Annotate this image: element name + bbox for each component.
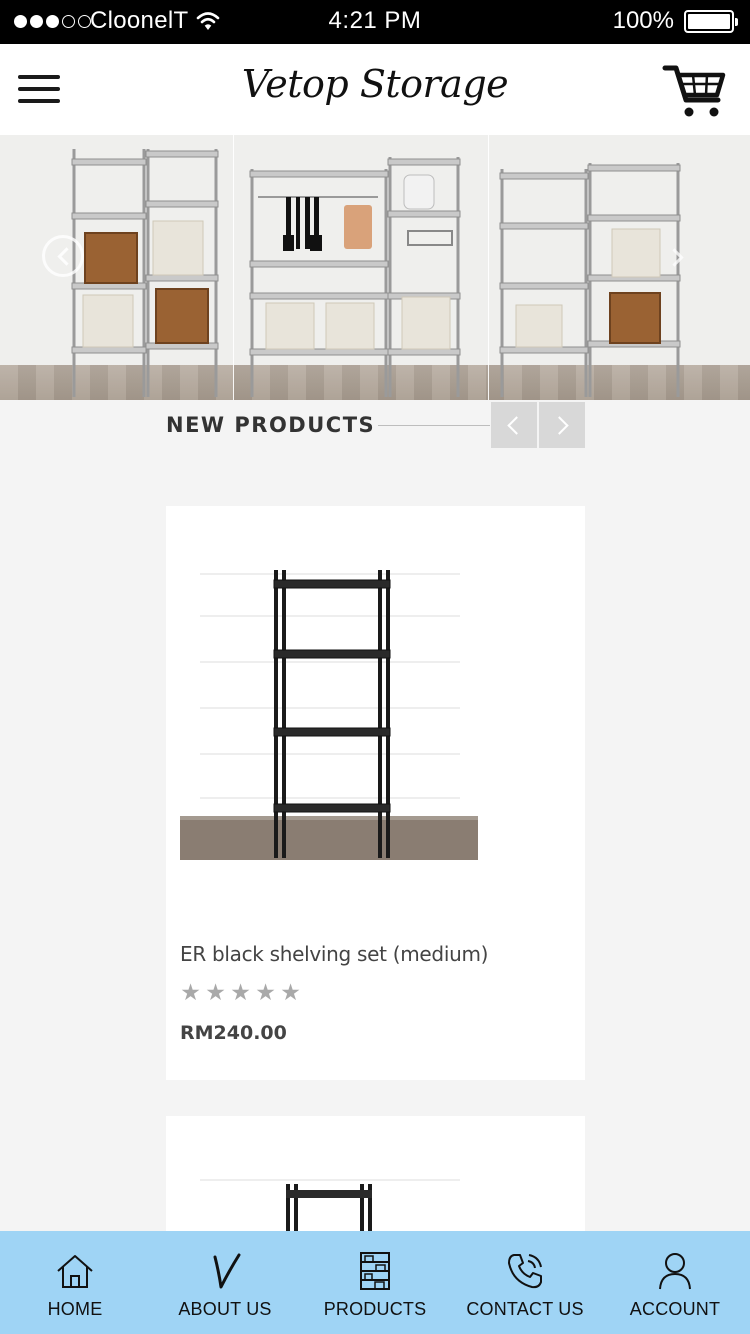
section-divider xyxy=(378,425,490,426)
tab-label: PRODUCTS xyxy=(323,1299,427,1319)
hamburger-menu-icon[interactable] xyxy=(18,75,62,105)
tab-contact-us[interactable]: CONTACT US xyxy=(450,1231,600,1334)
section-title: NEW PRODUCTS xyxy=(166,413,376,437)
brand-v-icon xyxy=(213,1253,241,1289)
battery-level xyxy=(688,14,730,29)
product-price: RM240.00 xyxy=(180,1022,287,1044)
carrier-name: CloonelT xyxy=(90,7,189,34)
product-name[interactable]: ER black shelving set (medium) xyxy=(180,942,488,966)
shelf-icon xyxy=(360,1252,390,1290)
star-icon: ★ xyxy=(180,979,201,1005)
banner-next-button[interactable] xyxy=(668,245,686,271)
banner-shelf-image xyxy=(249,157,461,397)
product-image[interactable] xyxy=(180,558,478,860)
signal-strength-icon xyxy=(14,12,91,30)
product-rating: ★ ★ ★ ★ ★ xyxy=(179,981,302,1004)
banner-shelf-image xyxy=(71,149,219,397)
new-products-header: NEW PRODUCTS xyxy=(166,400,586,448)
star-icon: ★ xyxy=(205,979,226,1005)
tab-label: ACCOUNT xyxy=(629,1299,721,1319)
phone-icon xyxy=(508,1254,542,1289)
tab-products[interactable]: PRODUCTS xyxy=(300,1231,450,1334)
home-icon xyxy=(57,1255,93,1288)
wifi-icon xyxy=(196,12,220,30)
tab-label: ABOUT US xyxy=(178,1299,272,1319)
tab-home[interactable]: HOME xyxy=(0,1231,150,1334)
banner-prev-button[interactable] xyxy=(42,235,84,277)
star-icon: ★ xyxy=(280,979,301,1005)
user-icon xyxy=(659,1253,691,1290)
product-card[interactable]: ER black shelving set (medium) ★ ★ ★ ★ ★ RM2… xyxy=(166,506,585,1080)
hero-banner[interactable] xyxy=(0,135,750,400)
bottom-tab-bar: HOME ABOUT US PRODUCTS CONTACT US ACCOUN… xyxy=(0,1231,750,1334)
products-prev-button[interactable] xyxy=(491,402,537,448)
brand-logo[interactable]: Vetop Storage xyxy=(242,62,509,106)
battery-icon xyxy=(684,10,738,33)
banner-shelf-image xyxy=(499,163,681,397)
star-icon: ★ xyxy=(230,979,251,1005)
status-bar: CloonelT 4:21 PM 100% xyxy=(0,0,750,44)
tab-account[interactable]: ACCOUNT xyxy=(600,1231,750,1334)
tab-label: HOME xyxy=(47,1299,103,1319)
battery-percentage: 100% xyxy=(612,7,674,34)
tab-about-us[interactable]: ABOUT US xyxy=(150,1231,300,1334)
products-next-button[interactable] xyxy=(539,402,585,448)
tab-label: CONTACT US xyxy=(466,1299,584,1319)
star-icon: ★ xyxy=(255,979,276,1005)
app-header: Vetop Storage xyxy=(0,44,750,135)
shopping-cart-icon[interactable] xyxy=(662,62,728,120)
